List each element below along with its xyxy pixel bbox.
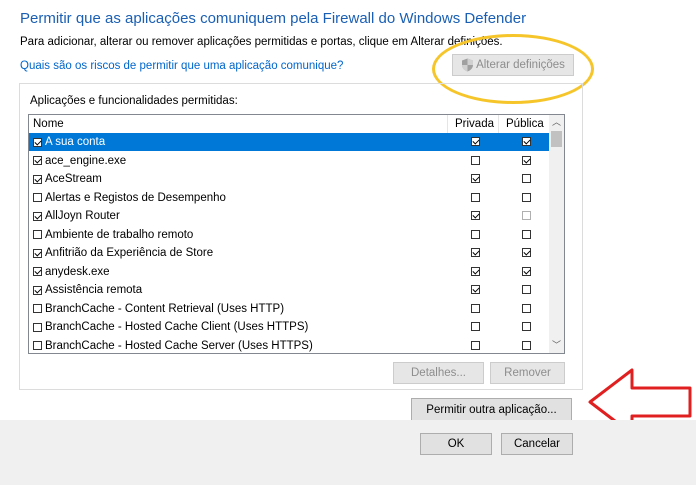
private-checkbox[interactable] [471, 248, 480, 257]
enabled-checkbox[interactable] [33, 156, 42, 165]
row-name: ace_engine.exe [33, 155, 126, 167]
row-name: AllJoyn Router [33, 210, 120, 222]
table-row[interactable]: Alertas e Registos de Desempenho [29, 189, 549, 207]
public-checkbox[interactable] [522, 192, 531, 202]
table-row[interactable]: BranchCache - Hosted Cache Client (Uses … [29, 318, 549, 336]
scrollbar-thumb[interactable] [551, 131, 562, 147]
private-checkbox[interactable] [471, 303, 480, 313]
row-label: ace_engine.exe [45, 154, 127, 167]
chevron-down-icon[interactable]: ﹀ [549, 338, 564, 353]
table-row[interactable]: AllJoyn Router [29, 207, 549, 225]
dialog-footer [0, 420, 696, 485]
enabled-checkbox[interactable] [33, 248, 42, 258]
enabled-checkbox[interactable] [33, 211, 42, 221]
risk-link[interactable]: Quais são os riscos de permitir que uma … [20, 60, 343, 72]
permitir-outra-button[interactable]: Permitir outra aplicação... [411, 398, 572, 422]
table-row[interactable]: A sua conta [29, 133, 549, 151]
column-private[interactable]: Privada [455, 118, 494, 130]
private-checkbox[interactable] [471, 211, 480, 220]
private-checkbox[interactable] [471, 266, 480, 276]
public-checkbox[interactable] [522, 322, 531, 331]
row-name: BranchCache - Hosted Cache Server (Uses … [33, 340, 313, 352]
row-label: Anfitrião da Experiência de Store [45, 247, 214, 259]
page-title: Permitir que as aplicações comuniquem pe… [20, 10, 527, 27]
row-label: Assistência remota [45, 284, 143, 296]
row-label: AceStream [45, 173, 102, 185]
row-name: AceStream [33, 173, 102, 185]
row-label: AllJoyn Router [45, 210, 120, 222]
public-checkbox[interactable] [522, 248, 531, 257]
private-checkbox[interactable] [471, 340, 480, 350]
page-subtitle: Para adicionar, alterar ou remover aplic… [20, 36, 503, 48]
enabled-checkbox[interactable] [33, 341, 42, 350]
public-checkbox[interactable] [522, 266, 531, 276]
private-checkbox[interactable] [471, 192, 480, 202]
table-row[interactable]: BranchCache - Content Retrieval (Uses HT… [29, 300, 549, 318]
group-label: Aplicações e funcionalidades permitidas: [30, 95, 238, 107]
private-checkbox[interactable] [471, 229, 480, 239]
public-checkbox[interactable] [522, 137, 531, 146]
row-label: Ambiente de trabalho remoto [45, 228, 194, 241]
public-checkbox[interactable] [522, 229, 531, 239]
enabled-checkbox[interactable] [33, 322, 42, 332]
enabled-checkbox[interactable] [33, 137, 42, 147]
table-row[interactable]: BranchCache - Hosted Cache Server (Uses … [29, 337, 549, 354]
row-name: BranchCache - Content Retrieval (Uses HT… [33, 303, 284, 315]
enabled-checkbox[interactable] [33, 285, 42, 295]
public-checkbox[interactable] [522, 155, 531, 165]
table-row[interactable]: ace_engine.exe [29, 152, 549, 170]
remover-button[interactable]: Remover [490, 362, 565, 384]
public-checkbox[interactable] [522, 211, 531, 220]
enabled-checkbox[interactable] [33, 230, 42, 239]
cancel-button[interactable]: Cancelar [501, 433, 573, 455]
public-checkbox[interactable] [522, 340, 531, 350]
table-row[interactable]: anydesk.exe [29, 263, 549, 281]
apps-listbox[interactable]: Nome Privada Pública A sua conta ace_engi… [28, 114, 565, 354]
table-row[interactable]: Assistência remota [29, 281, 549, 299]
public-checkbox[interactable] [522, 285, 531, 294]
enabled-checkbox[interactable] [33, 193, 42, 202]
table-row[interactable]: AceStream [29, 170, 549, 188]
row-label: BranchCache - Content Retrieval (Uses HT… [45, 302, 285, 315]
row-label: anydesk.exe [45, 265, 110, 278]
chevron-up-icon[interactable]: ︿ [549, 115, 564, 130]
public-checkbox[interactable] [522, 303, 531, 313]
row-name: Alertas e Registos de Desempenho [33, 192, 226, 204]
list-scrollbar[interactable]: ︿ ﹀ [549, 115, 564, 353]
private-checkbox[interactable] [471, 137, 480, 146]
column-public[interactable]: Pública [506, 118, 544, 130]
enabled-checkbox[interactable] [33, 304, 42, 313]
column-name[interactable]: Nome [33, 118, 64, 130]
enabled-checkbox[interactable] [33, 267, 42, 276]
row-label: Alertas e Registos de Desempenho [45, 191, 226, 204]
row-label: BranchCache - Hosted Cache Client (Uses … [45, 321, 309, 333]
row-name: A sua conta [33, 136, 105, 148]
public-checkbox[interactable] [522, 174, 531, 183]
list-header: Nome Privada Pública [29, 115, 549, 133]
row-name: Ambiente de trabalho remoto [33, 229, 193, 241]
ok-button[interactable]: OK [420, 433, 492, 455]
private-checkbox[interactable] [471, 174, 480, 183]
row-label: BranchCache - Hosted Cache Server (Uses … [45, 339, 313, 352]
row-name: Assistência remota [33, 284, 142, 296]
private-checkbox[interactable] [471, 322, 480, 331]
row-name: BranchCache - Hosted Cache Client (Uses … [33, 321, 308, 333]
detalhes-button[interactable]: Detalhes... [393, 362, 484, 384]
private-checkbox[interactable] [471, 285, 480, 294]
row-name: Anfitrião da Experiência de Store [33, 247, 213, 259]
enabled-checkbox[interactable] [33, 174, 42, 184]
table-row[interactable]: Ambiente de trabalho remoto [29, 226, 549, 244]
table-row[interactable]: Anfitrião da Experiência de Store [29, 244, 549, 262]
private-checkbox[interactable] [471, 155, 480, 165]
row-label: A sua conta [45, 136, 106, 148]
row-name: anydesk.exe [33, 266, 110, 278]
